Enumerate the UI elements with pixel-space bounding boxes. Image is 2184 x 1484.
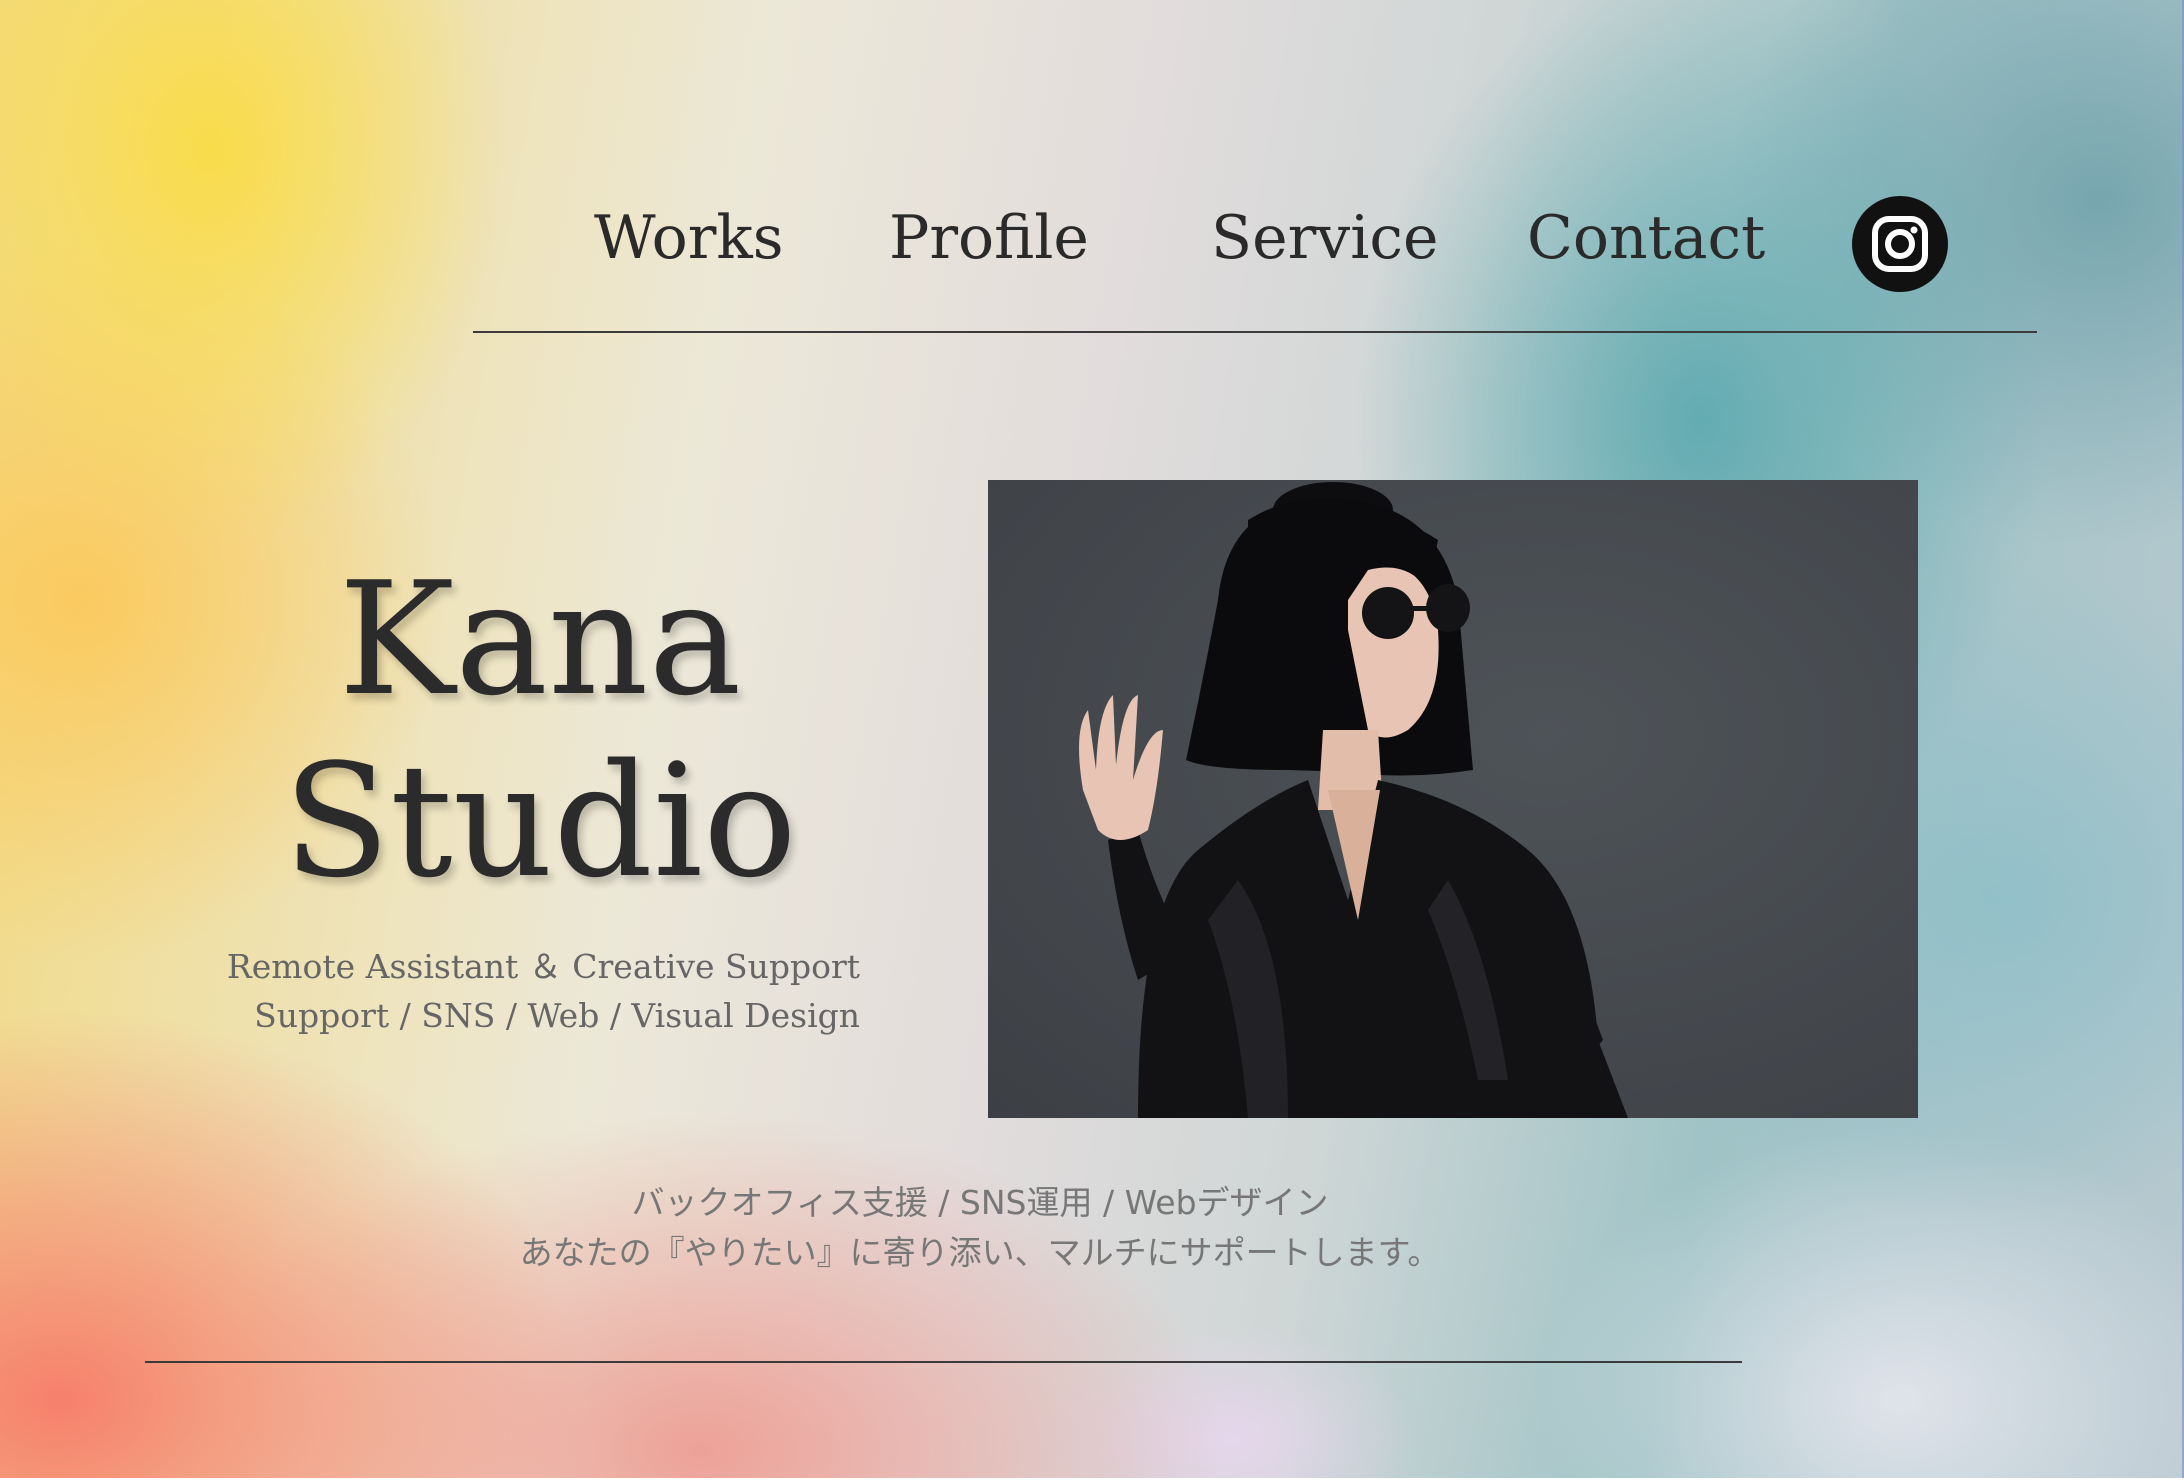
instagram-glyph <box>1872 216 1928 272</box>
hero-title-line1: Kana <box>338 548 742 730</box>
hero-tagline: Remote Assistant ＆ Creative Support Supp… <box>180 942 860 1040</box>
main-navigation: Works Profile Service Contact <box>0 0 2184 340</box>
portrait-photo <box>988 480 1918 1118</box>
nav-works-link[interactable]: Works <box>594 208 784 268</box>
hero-title: Kana Studio <box>240 548 840 912</box>
tagline-line1: Remote Assistant ＆ Creative Support <box>226 947 860 986</box>
section-divider <box>145 1361 1742 1363</box>
tagline-line2: Support / SNS / Web / Visual Design <box>254 996 860 1035</box>
nav-divider <box>473 331 2037 333</box>
nav-service-link[interactable]: Service <box>1211 208 1439 268</box>
nav-contact-link[interactable]: Contact <box>1527 208 1765 268</box>
page: Works Profile Service Contact Kana Studi… <box>0 0 2184 1484</box>
description-line1: バックオフィス支援 / SNS運用 / Webデザイン <box>631 1183 1329 1222</box>
description-line2: あなたの『やりたい』に寄り添い、マルチにサポートします。 <box>519 1233 1441 1272</box>
instagram-icon[interactable] <box>1852 196 1948 292</box>
service-description: バックオフィス支援 / SNS運用 / Webデザイン あなたの『やりたい』に寄… <box>380 1178 1580 1278</box>
nav-profile-link[interactable]: Profile <box>889 208 1089 268</box>
bottom-strip <box>0 1478 2184 1484</box>
portrait-illustration <box>1079 482 1628 1118</box>
hero-title-line2: Studio <box>283 730 797 912</box>
